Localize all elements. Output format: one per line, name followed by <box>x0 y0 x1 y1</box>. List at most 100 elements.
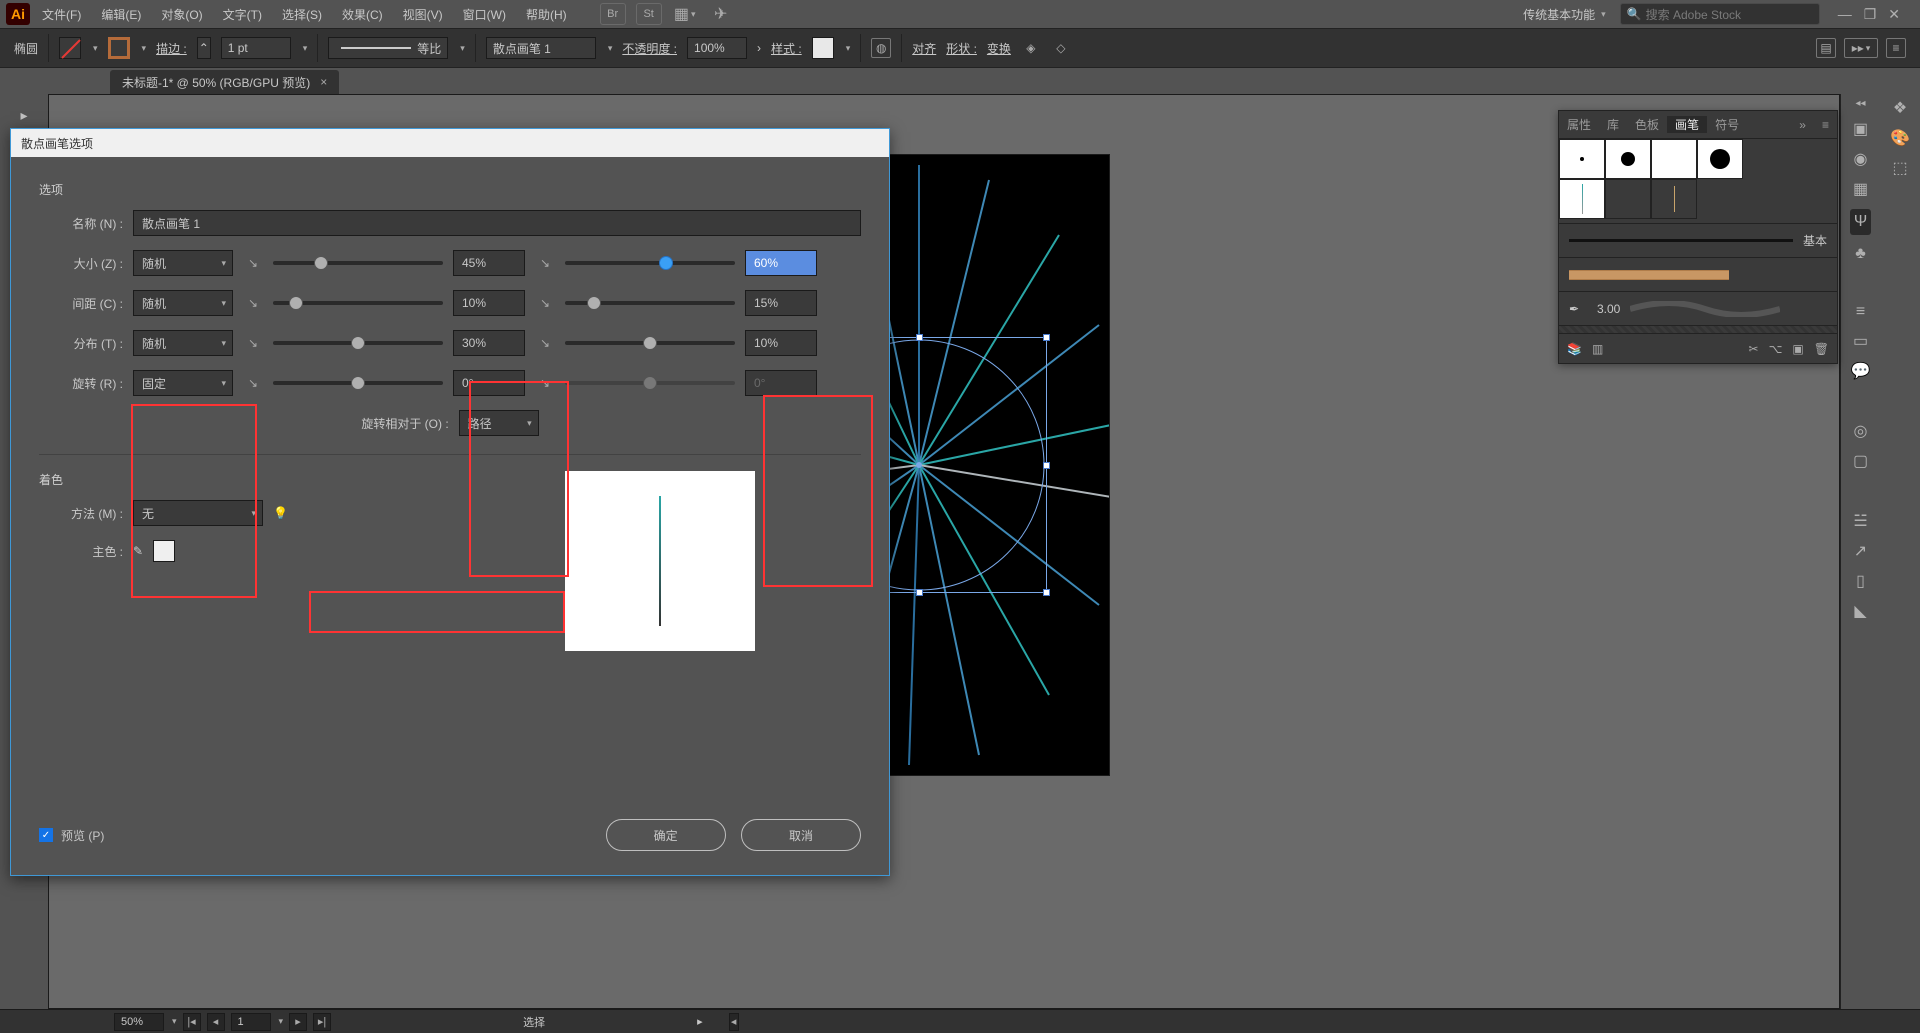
menu-view[interactable]: 视图(V) <box>395 2 451 27</box>
hscroll-left[interactable]: ◂ <box>729 1013 739 1031</box>
gpu-icon[interactable]: ✈ <box>708 3 734 25</box>
arrange-docs-icon[interactable]: ▦ ▾ <box>672 3 698 25</box>
slider-2[interactable] <box>565 341 735 345</box>
brush-lib-icon[interactable]: 📚 <box>1567 342 1582 356</box>
artboard-first-icon[interactable]: |◂ <box>183 1013 201 1031</box>
key-color-swatch[interactable] <box>153 540 175 562</box>
window-min-icon[interactable]: — <box>1838 6 1852 23</box>
brush-thumb-2[interactable] <box>1605 139 1651 179</box>
window-close-icon[interactable]: ✕ <box>1888 6 1900 23</box>
menu-object[interactable]: 对象(O) <box>153 2 210 27</box>
eyedropper-icon[interactable]: ✎ <box>133 544 143 558</box>
transform-label[interactable]: 变换 <box>987 40 1011 57</box>
value-2[interactable]: 10% <box>745 330 817 356</box>
menu-edit[interactable]: 编辑(E) <box>93 2 149 27</box>
panel-tab-props[interactable]: 属性 <box>1559 116 1599 133</box>
panel-artb-icon[interactable]: ▯ <box>1856 571 1865 591</box>
tab-close-icon[interactable]: × <box>320 75 327 89</box>
panel-chat-icon[interactable]: 💬 <box>1851 361 1871 381</box>
artboard-last-icon[interactable]: ▸| <box>313 1013 331 1031</box>
panel-gstyles-icon[interactable]: ▢ <box>1853 451 1868 471</box>
brush-options-icon[interactable]: ⌥ <box>1769 342 1783 356</box>
flip-icon-2[interactable]: ↘ <box>535 293 555 313</box>
brush-lib2-icon[interactable]: ▥ <box>1592 342 1603 356</box>
panel-layers-icon[interactable]: ☱ <box>1853 511 1867 531</box>
slider-2[interactable] <box>565 301 735 305</box>
slider-1[interactable] <box>273 341 443 345</box>
stroke-swatch[interactable] <box>108 37 130 59</box>
stroke-label[interactable]: 描边 : <box>156 40 187 57</box>
menu-help[interactable]: 帮助(H) <box>518 2 575 27</box>
docsetup-icon[interactable]: ▸▸ ▾ <box>1844 38 1878 58</box>
value-2[interactable]: 60% <box>745 250 817 276</box>
name-field[interactable]: 散点画笔 1 <box>133 210 861 236</box>
more-icon[interactable]: ≡ <box>1886 38 1906 58</box>
menu-window[interactable]: 窗口(W) <box>455 2 514 27</box>
flip-icon[interactable]: ↘ <box>243 373 263 393</box>
recolor-icon[interactable]: ◍ <box>871 38 891 58</box>
panel-shape-icon[interactable]: ◣ <box>1854 601 1866 621</box>
artboard-current[interactable]: 1 <box>231 1013 271 1031</box>
isolate2-icon[interactable]: ◇ <box>1051 38 1071 58</box>
menu-file[interactable]: 文件(F) <box>34 2 89 27</box>
panel-cclib-icon[interactable]: ◉ <box>1854 149 1868 169</box>
opacity-flyout[interactable]: › <box>757 41 761 55</box>
brush-thumb-empty1[interactable] <box>1605 179 1651 219</box>
fill-swatch[interactable] <box>59 37 81 59</box>
panel-expand-icon[interactable]: » <box>1791 118 1814 132</box>
slider-1[interactable] <box>273 381 443 385</box>
panel-library-icon[interactable]: ▣ <box>1853 119 1868 139</box>
slider-1[interactable] <box>273 301 443 305</box>
rotate-rel-dropdown[interactable]: 路径▾ <box>459 410 539 436</box>
menu-select[interactable]: 选择(S) <box>274 2 330 27</box>
brush-remove-icon[interactable]: ✂ <box>1749 342 1759 356</box>
brush-dropdown[interactable]: 散点画笔 1 <box>486 37 596 59</box>
value-1[interactable]: 45% <box>453 250 525 276</box>
panel-tab-symbols[interactable]: 符号 <box>1707 116 1747 133</box>
panel2-color-icon[interactable]: 🎨 <box>1890 128 1910 148</box>
opacity-label[interactable]: 不透明度 : <box>622 40 677 57</box>
stroke-stepper[interactable]: ⌃ <box>197 37 211 59</box>
isolate-icon[interactable]: ◈ <box>1021 38 1041 58</box>
brush-thumb-sel[interactable] <box>1559 179 1605 219</box>
flip-icon[interactable]: ↘ <box>243 333 263 353</box>
window-restore-icon[interactable]: ❐ <box>1864 6 1877 23</box>
panel-appear-icon[interactable]: ◎ <box>1854 421 1868 441</box>
panel-swatches-icon[interactable]: ▦ <box>1853 179 1868 199</box>
panel-tab-brushes[interactable]: 画笔 <box>1667 116 1707 133</box>
panel-stroke-icon[interactable]: ≡ <box>1856 303 1865 321</box>
brush-delete-icon[interactable]: 🗑 <box>1814 342 1829 356</box>
brush-thumb-3[interactable] <box>1651 139 1697 179</box>
slider-1[interactable] <box>273 261 443 265</box>
flip-icon[interactable]: ↘ <box>243 253 263 273</box>
brush-row-pattern[interactable] <box>1559 257 1837 291</box>
panel-collapse-icon[interactable]: ◂◂ <box>1855 98 1865 109</box>
stock-icon[interactable]: St <box>636 3 662 25</box>
workspace-switcher[interactable]: 传统基本功能▾ <box>1513 3 1616 26</box>
menu-type[interactable]: 文字(T) <box>215 2 270 27</box>
row-mode-dropdown[interactable]: 随机▾ <box>133 330 233 356</box>
brush-row-basic[interactable]: 基本 <box>1559 223 1837 257</box>
tip-icon[interactable]: 💡 <box>273 506 288 520</box>
status-flyout[interactable]: ▸ <box>697 1015 703 1028</box>
slider-2[interactable] <box>565 261 735 265</box>
brush-thumb-4[interactable] <box>1697 139 1743 179</box>
profile-dropdown[interactable]: 等比 <box>328 37 448 59</box>
panel-tab-libs[interactable]: 库 <box>1599 116 1627 133</box>
brush-thumb-empty2[interactable] <box>1651 179 1697 219</box>
value-2[interactable]: 15% <box>745 290 817 316</box>
stroke-weight[interactable]: 1 pt <box>221 37 291 59</box>
align-label[interactable]: 对齐 <box>912 40 936 57</box>
panel-symbols-icon[interactable]: ♣ <box>1855 245 1866 263</box>
style-swatch[interactable] <box>812 37 834 59</box>
brush-row-calligraphic[interactable]: ✒3.00 <box>1559 291 1837 325</box>
shape-label[interactable]: 形状 : <box>946 40 977 57</box>
row-mode-dropdown[interactable]: 固定▾ <box>133 370 233 396</box>
row-mode-dropdown[interactable]: 随机▾ <box>133 250 233 276</box>
panel-menu-icon[interactable]: ≡ <box>1814 118 1837 132</box>
panel-gradient-icon[interactable]: ▭ <box>1853 331 1868 351</box>
brush-new-icon[interactable]: ▣ <box>1792 342 1803 356</box>
brush-thumb-1[interactable] <box>1559 139 1605 179</box>
value-1[interactable]: 30% <box>453 330 525 356</box>
document-tab[interactable]: 未标题-1* @ 50% (RGB/GPU 预览) × <box>110 70 339 94</box>
